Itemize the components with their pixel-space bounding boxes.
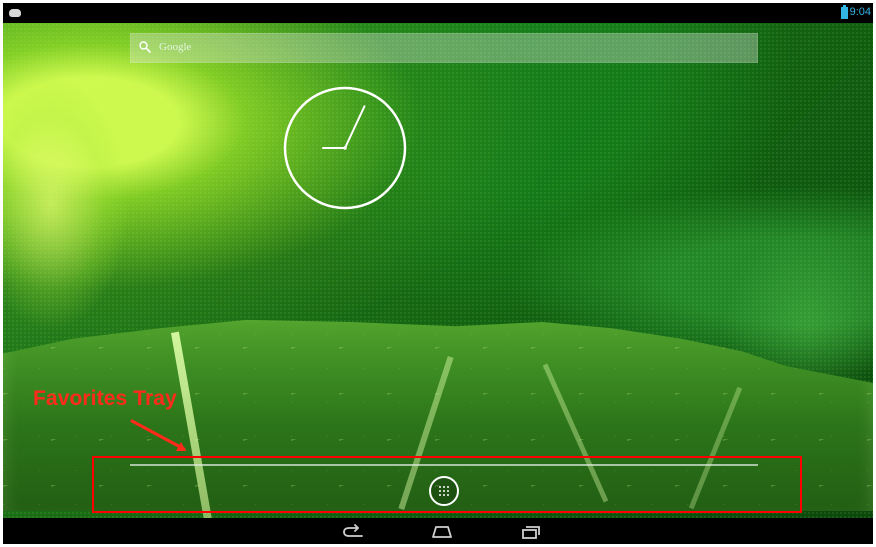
android-home-screen: 9:04 Google Favorites Tray xyxy=(3,3,873,544)
status-time: 9:04 xyxy=(849,6,871,18)
google-search-widget[interactable]: Google xyxy=(130,33,758,63)
notification-icon xyxy=(9,9,21,17)
favorites-tray-annotation-label: Favorites Tray xyxy=(33,387,177,410)
clock-center xyxy=(343,146,347,150)
clock-minute-hand xyxy=(344,105,366,149)
status-bar: 9:04 xyxy=(3,3,873,23)
favorites-tray-highlight-box xyxy=(92,456,802,513)
home-icon[interactable] xyxy=(428,524,456,540)
navigation-bar xyxy=(3,518,873,544)
analog-clock-widget[interactable] xyxy=(283,86,407,210)
clock-face xyxy=(283,86,407,210)
recents-icon[interactable] xyxy=(516,524,544,540)
battery-icon xyxy=(841,5,848,19)
search-placeholder: Google xyxy=(159,41,192,53)
search-icon xyxy=(139,41,151,53)
back-icon[interactable] xyxy=(340,524,368,540)
